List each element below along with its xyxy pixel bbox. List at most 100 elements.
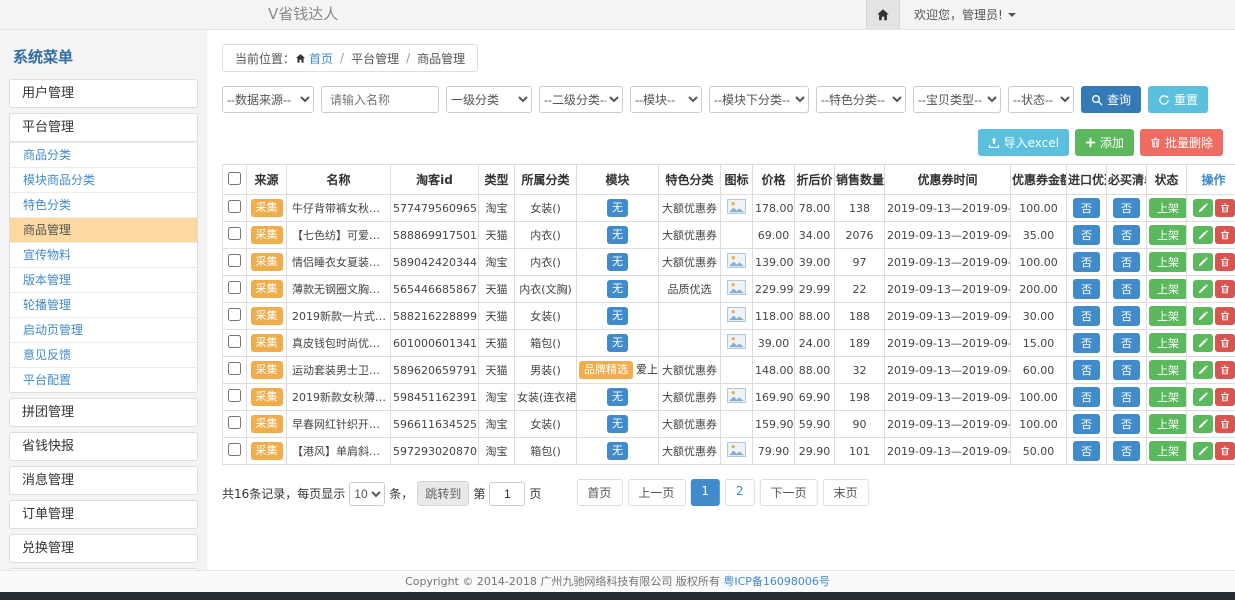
row-checkbox[interactable] — [228, 416, 241, 429]
sidebar-item-模块商品分类[interactable]: 模块商品分类 — [10, 167, 197, 192]
status-button[interactable]: 上架 — [1149, 360, 1187, 380]
icp-link[interactable]: 粤ICP备16098006号 — [723, 575, 830, 588]
sidebar-item-特色分类[interactable]: 特色分类 — [10, 192, 197, 217]
row-checkbox[interactable] — [228, 200, 241, 213]
name-search-input[interactable] — [321, 86, 439, 113]
sidebar-item-平台配置[interactable]: 平台配置 — [10, 367, 197, 392]
edit-button[interactable] — [1193, 415, 1213, 433]
import-select-toggle[interactable]: 否 — [1073, 333, 1100, 353]
status-button[interactable]: 上架 — [1149, 252, 1187, 272]
delete-button[interactable] — [1215, 226, 1235, 244]
edit-button[interactable] — [1193, 334, 1213, 352]
must-buy-toggle[interactable]: 否 — [1113, 225, 1140, 245]
delete-button[interactable] — [1215, 415, 1235, 433]
filter-select-1[interactable]: --二级分类-- — [539, 86, 623, 113]
filter-data-source-select[interactable]: --数据来源-- — [222, 86, 314, 113]
sidebar-group-拼团管理[interactable]: 拼团管理 — [9, 398, 198, 427]
row-checkbox[interactable] — [228, 254, 241, 267]
edit-button[interactable] — [1193, 253, 1213, 271]
sidebar-group-订单管理[interactable]: 订单管理 — [9, 500, 198, 529]
delete-button[interactable] — [1215, 280, 1235, 298]
must-buy-toggle[interactable]: 否 — [1113, 252, 1140, 272]
filter-select-2[interactable]: --模块-- — [630, 86, 702, 113]
home-button[interactable] — [866, 0, 900, 29]
pager-button-末页[interactable]: 末页 — [823, 479, 869, 506]
must-buy-toggle[interactable]: 否 — [1113, 414, 1140, 434]
edit-button[interactable] — [1193, 442, 1213, 460]
sidebar-group-省钱快报[interactable]: 省钱快报 — [9, 432, 198, 461]
must-buy-toggle[interactable]: 否 — [1113, 333, 1140, 353]
sidebar-group-用户管理[interactable]: 用户管理 — [9, 79, 198, 108]
page-number-input[interactable] — [489, 482, 525, 506]
row-checkbox[interactable] — [228, 362, 241, 375]
import-select-toggle[interactable]: 否 — [1073, 252, 1100, 272]
row-checkbox[interactable] — [228, 443, 241, 456]
import-select-toggle[interactable]: 否 — [1073, 306, 1100, 326]
status-button[interactable]: 上架 — [1149, 279, 1187, 299]
import-select-toggle[interactable]: 否 — [1073, 279, 1100, 299]
filter-select-6[interactable]: --状态-- — [1008, 86, 1074, 113]
add-button[interactable]: 添加 — [1075, 129, 1134, 156]
must-buy-toggle[interactable]: 否 — [1113, 387, 1140, 407]
must-buy-toggle[interactable]: 否 — [1113, 306, 1140, 326]
status-button[interactable]: 上架 — [1149, 333, 1187, 353]
sidebar-item-版本管理[interactable]: 版本管理 — [10, 267, 197, 292]
filter-select-4[interactable]: --特色分类-- — [816, 86, 906, 113]
pager-button-2[interactable]: 2 — [725, 479, 755, 506]
sidebar-item-宣传物料[interactable]: 宣传物料 — [10, 242, 197, 267]
row-checkbox[interactable] — [228, 308, 241, 321]
pager-button-1[interactable]: 1 — [690, 479, 720, 506]
import-select-toggle[interactable]: 否 — [1073, 414, 1100, 434]
edit-button[interactable] — [1193, 199, 1213, 217]
row-checkbox[interactable] — [228, 281, 241, 294]
edit-button[interactable] — [1193, 388, 1213, 406]
sidebar-item-启动页管理[interactable]: 启动页管理 — [10, 317, 197, 342]
import-select-toggle[interactable]: 否 — [1073, 387, 1100, 407]
jump-to-button[interactable]: 跳转到 — [417, 481, 469, 506]
pager-button-上一页[interactable]: 上一页 — [627, 479, 685, 506]
must-buy-toggle[interactable]: 否 — [1113, 279, 1140, 299]
delete-button[interactable] — [1215, 334, 1235, 352]
import-select-toggle[interactable]: 否 — [1073, 198, 1100, 218]
status-button[interactable]: 上架 — [1149, 387, 1187, 407]
status-button[interactable]: 上架 — [1149, 225, 1187, 245]
import-select-toggle[interactable]: 否 — [1073, 360, 1100, 380]
delete-button[interactable] — [1215, 388, 1235, 406]
status-button[interactable]: 上架 — [1149, 198, 1187, 218]
filter-select-5[interactable]: --宝贝类型-- — [913, 86, 1001, 113]
delete-button[interactable] — [1215, 442, 1235, 460]
pager-button-首页[interactable]: 首页 — [576, 479, 622, 506]
sidebar-item-轮播管理[interactable]: 轮播管理 — [10, 292, 197, 317]
user-menu[interactable]: 欢迎您，管理员! — [900, 0, 1030, 29]
import-excel-button[interactable]: 导入excel — [978, 129, 1069, 156]
delete-button[interactable] — [1215, 253, 1235, 271]
sidebar-item-商品管理[interactable]: 商品管理 — [10, 217, 197, 242]
select-all-checkbox[interactable] — [228, 172, 241, 185]
sidebar-group-兑换管理[interactable]: 兑换管理 — [9, 534, 198, 563]
sidebar-group-平台管理[interactable]: 平台管理 — [9, 113, 198, 142]
edit-button[interactable] — [1193, 280, 1213, 298]
edit-button[interactable] — [1193, 307, 1213, 325]
import-select-toggle[interactable]: 否 — [1073, 441, 1100, 461]
search-button[interactable]: 查询 — [1081, 86, 1141, 113]
edit-button[interactable] — [1193, 361, 1213, 379]
row-checkbox[interactable] — [228, 227, 241, 240]
delete-button[interactable] — [1215, 361, 1235, 379]
filter-select-0[interactable]: 一级分类 — [446, 86, 532, 113]
sidebar-item-商品分类[interactable]: 商品分类 — [10, 142, 197, 167]
breadcrumb-home-link[interactable]: 首页 — [295, 50, 333, 67]
edit-button[interactable] — [1193, 226, 1213, 244]
delete-button[interactable] — [1215, 307, 1235, 325]
per-page-select[interactable]: 10 — [349, 482, 385, 506]
delete-button[interactable] — [1215, 199, 1235, 217]
must-buy-toggle[interactable]: 否 — [1113, 441, 1140, 461]
must-buy-toggle[interactable]: 否 — [1113, 360, 1140, 380]
import-select-toggle[interactable]: 否 — [1073, 225, 1100, 245]
pager-button-下一页[interactable]: 下一页 — [760, 479, 818, 506]
status-button[interactable]: 上架 — [1149, 441, 1187, 461]
status-button[interactable]: 上架 — [1149, 414, 1187, 434]
sidebar-item-意见反馈[interactable]: 意见反馈 — [10, 342, 197, 367]
batch-delete-button[interactable]: 批量删除 — [1140, 129, 1223, 156]
row-checkbox[interactable] — [228, 335, 241, 348]
must-buy-toggle[interactable]: 否 — [1113, 198, 1140, 218]
